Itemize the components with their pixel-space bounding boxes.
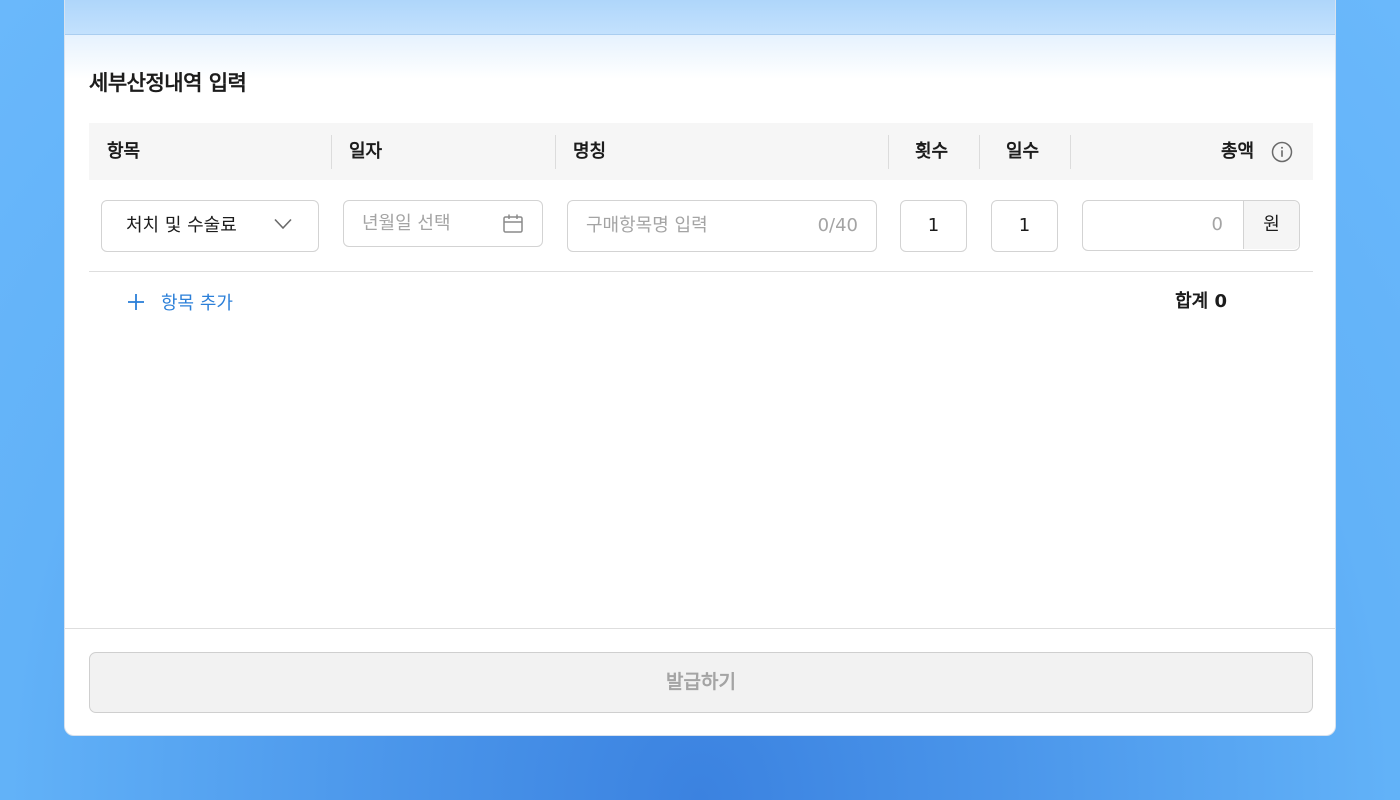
date-picker-input[interactable]: 년월일 선택 <box>343 200 543 247</box>
form-panel: 세부산정내역 입력 항목 일자 명칭 횟수 일수 총액 처치 및 수술료 년월일… <box>64 0 1336 736</box>
item-name-placeholder: 구매항목명 입력 <box>586 215 708 236</box>
days-value: 1 <box>1018 215 1031 236</box>
header-divider <box>979 135 980 169</box>
add-item-button[interactable]: 항목 추가 <box>126 289 233 315</box>
header-date: 일자 <box>349 141 383 162</box>
header-days: 일수 <box>1006 141 1040 162</box>
header-divider <box>331 135 332 169</box>
plus-icon <box>128 294 144 310</box>
count-value: 1 <box>927 215 940 236</box>
header-item: 항목 <box>107 141 141 162</box>
panel-header-fade <box>65 35 1335 79</box>
sum-total: 합계 0 <box>1175 291 1227 312</box>
category-select-value: 처치 및 수술료 <box>126 215 237 236</box>
header-total: 총액 <box>1221 141 1255 162</box>
currency-unit: 원 <box>1243 201 1299 249</box>
table-header: 항목 일자 명칭 횟수 일수 총액 <box>89 123 1313 180</box>
header-divider <box>888 135 889 169</box>
amount-input[interactable]: 0 원 <box>1082 200 1300 251</box>
panel-header-band <box>65 0 1335 35</box>
calendar-icon[interactable] <box>503 214 523 233</box>
info-icon[interactable] <box>1271 141 1293 163</box>
category-select[interactable]: 처치 및 수술료 <box>101 200 319 252</box>
count-input[interactable]: 1 <box>900 200 967 252</box>
header-name: 명칭 <box>573 141 607 162</box>
header-divider <box>1070 135 1071 169</box>
issue-button[interactable]: 발급하기 <box>89 652 1313 713</box>
item-name-input[interactable]: 구매항목명 입력 0/40 <box>567 200 877 252</box>
footer-divider <box>65 628 1335 629</box>
amount-value: 0 <box>1211 214 1223 235</box>
chevron-down-icon <box>274 218 292 230</box>
header-divider <box>555 135 556 169</box>
days-input[interactable]: 1 <box>991 200 1058 252</box>
section-title: 세부산정내역 입력 <box>89 71 247 95</box>
char-counter: 0/40 <box>817 215 858 236</box>
add-item-label: 항목 추가 <box>161 293 233 314</box>
date-placeholder: 년월일 선택 <box>362 213 451 234</box>
header-count: 횟수 <box>915 141 949 162</box>
row-divider <box>89 271 1313 272</box>
